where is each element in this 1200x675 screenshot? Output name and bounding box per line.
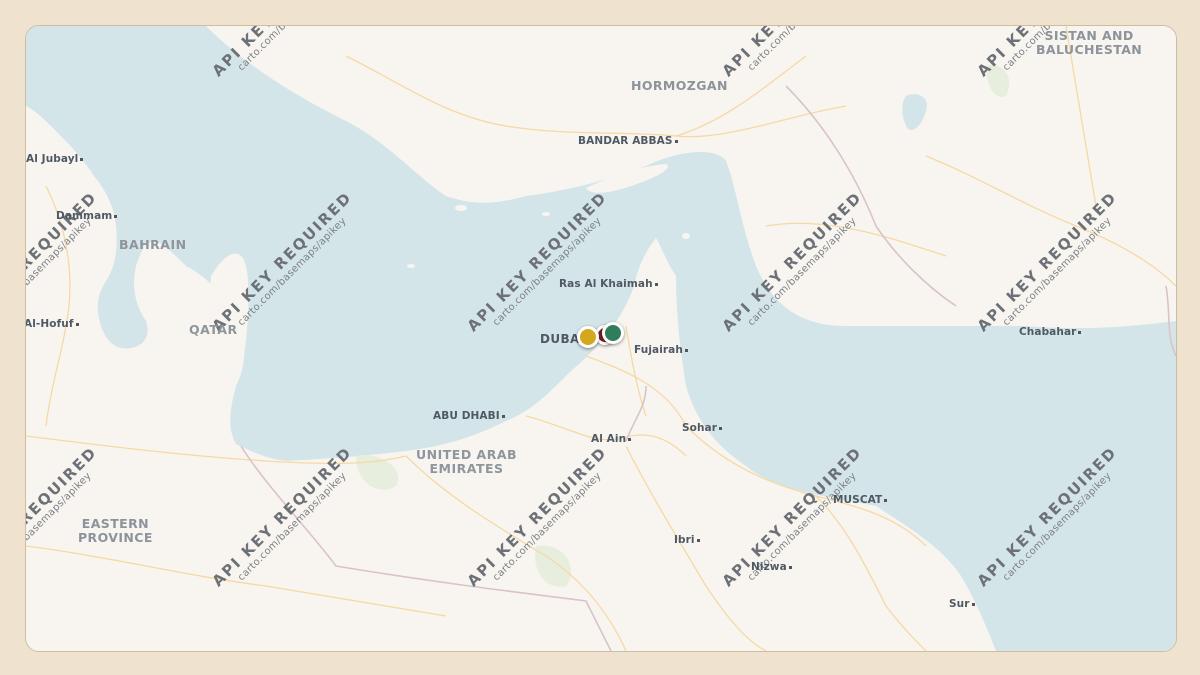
city-dot-icon <box>1078 330 1082 334</box>
city-name: Fujairah <box>634 344 683 356</box>
city-label-al-ain: Al Ain <box>591 433 632 445</box>
map-container[interactable]: API KEY REQUIRED carto.com/basemaps/apik… <box>25 25 1177 652</box>
city-name: ABU DHABI <box>433 410 500 422</box>
city-label-chabahar: Chabahar <box>1019 326 1082 338</box>
city-name: BANDAR ABBAS <box>578 135 673 147</box>
city-name: Ibri <box>674 534 695 546</box>
location-marker-green[interactable] <box>602 322 624 344</box>
city-dot-icon <box>719 426 723 430</box>
city-name: Sohar <box>682 422 718 434</box>
city-label-nizwa: Nizwa <box>751 561 792 573</box>
city-label-abu-dhabi: ABU DHABI <box>433 410 505 422</box>
city-dot-icon <box>80 157 84 161</box>
city-label-sur: Sur <box>949 598 975 610</box>
city-dot-icon <box>696 538 700 542</box>
city-dot-icon <box>684 348 688 352</box>
city-name: Al Ain <box>591 433 627 445</box>
city-dot-icon <box>114 214 118 218</box>
location-marker-yellow[interactable] <box>577 326 599 348</box>
city-name: Al-Hofuf <box>25 318 74 330</box>
city-name: Al Jubayl <box>26 153 79 165</box>
city-name: Dammam <box>56 210 113 222</box>
region-label-text: HORMOZGAN <box>631 78 728 93</box>
city-dot-icon <box>628 437 632 441</box>
city-name: Chabahar <box>1019 326 1077 338</box>
city-label-ibri: Ibri <box>674 534 700 546</box>
region-label-hormozgan: HORMOZGAN <box>631 79 728 93</box>
city-dot-icon <box>971 602 975 606</box>
city-label-bandar-abbas: BANDAR ABBAS <box>578 135 678 147</box>
city-label-al-jubayl: Al Jubayl <box>26 153 84 165</box>
city-name: Nizwa <box>751 561 787 573</box>
region-label-text: BALUCHESTAN <box>1036 42 1143 57</box>
region-label-text: SISTAN AND <box>1044 28 1134 43</box>
city-dot-icon <box>788 565 792 569</box>
city-label-ras-al-khaimah: Ras Al Khaimah <box>559 278 658 290</box>
city-dot-icon <box>654 282 658 286</box>
country-label-text: EMIRATES <box>429 461 504 476</box>
city-label-dammam: Dammam <box>56 210 118 222</box>
region-label-text: EASTERN <box>81 516 149 531</box>
country-label-uae: UNITED ARAB EMIRATES <box>416 448 517 476</box>
city-name: Ras Al Khaimah <box>559 278 653 290</box>
country-label-qatar: QATAR <box>189 323 238 337</box>
city-label-sohar: Sohar <box>682 422 723 434</box>
city-label-muscat: MUSCAT <box>833 494 888 506</box>
country-label-text: QATAR <box>189 322 238 337</box>
city-label-al-hofuf: Al-Hofuf <box>25 318 79 330</box>
country-label-text: UNITED ARAB <box>416 447 518 462</box>
city-dot-icon <box>884 498 888 502</box>
region-label-text: PROVINCE <box>78 530 153 545</box>
region-label-eastern-province: EASTERN PROVINCE <box>78 517 153 545</box>
city-name: MUSCAT <box>833 494 883 506</box>
country-label-bahrain: BAHRAIN <box>119 238 187 252</box>
region-label-sistan-baluchestan: SISTAN AND BALUCHESTAN <box>1036 29 1142 57</box>
city-label-fujairah: Fujairah <box>634 344 688 356</box>
city-dot-icon <box>75 322 79 326</box>
city-dot-icon <box>674 139 678 143</box>
city-name: Sur <box>949 598 970 610</box>
city-dot-icon <box>501 414 505 418</box>
country-label-text: BAHRAIN <box>119 237 187 252</box>
